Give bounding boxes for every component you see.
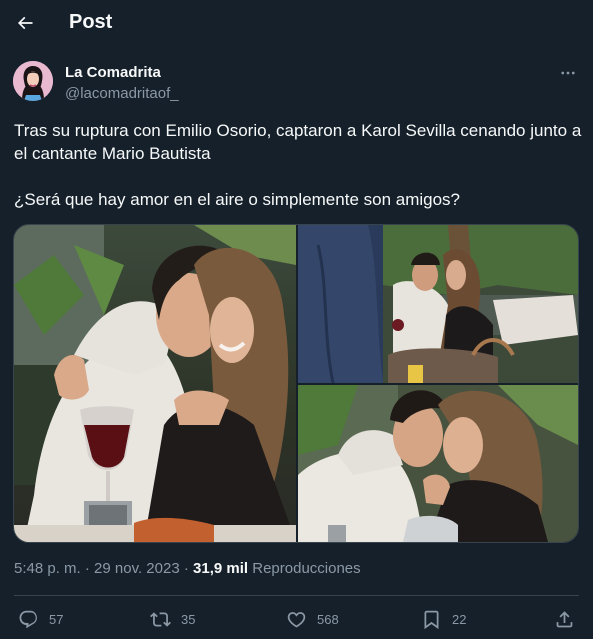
author-handle[interactable]: @lacomadritaof_ — [65, 85, 179, 102]
top-bar: Post — [0, 0, 593, 48]
media-grid — [13, 224, 579, 543]
retweet-button[interactable]: 35 — [150, 607, 195, 631]
photo-2[interactable] — [298, 225, 578, 383]
share-icon — [556, 610, 573, 627]
photo-1[interactable] — [14, 225, 296, 542]
meta-separator: · — [183, 560, 189, 577]
avatar[interactable] — [13, 61, 53, 101]
heart-icon — [287, 611, 306, 628]
tweet-text: Tras su ruptura con Emilio Osorio, capta… — [14, 119, 584, 211]
tweet-paragraph: Tras su ruptura con Emilio Osorio, capta… — [14, 121, 582, 163]
post-meta: 5:48 p. m. · 29 nov. 2023 · 31,9 mil Rep… — [14, 560, 361, 577]
more-options-button[interactable] — [557, 63, 579, 83]
reply-icon — [19, 610, 37, 628]
retweet-icon — [150, 611, 171, 627]
tweet-paragraph: ¿Será que hay amor en el aire o simpleme… — [14, 190, 461, 209]
author-row: La Comadrita @lacomadritaof_ — [13, 61, 583, 105]
bookmark-icon — [424, 610, 439, 629]
divider — [14, 595, 579, 596]
action-bar: 57 35 568 22 — [0, 603, 593, 635]
meta-separator: · — [84, 560, 90, 577]
retweet-count: 35 — [181, 611, 196, 627]
views-label: Reproducciones — [252, 560, 361, 577]
share-button[interactable] — [554, 607, 575, 631]
reply-button[interactable]: 57 — [18, 607, 63, 631]
arrow-left-icon — [17, 16, 33, 30]
author-name[interactable]: La Comadrita — [65, 64, 161, 81]
like-count: 568 — [317, 611, 339, 627]
post-time[interactable]: 5:48 p. m. — [14, 560, 81, 577]
views-count: 31,9 mil — [193, 560, 249, 577]
post-date[interactable]: 29 nov. 2023 — [94, 560, 180, 577]
photo-3[interactable] — [298, 385, 578, 542]
bookmark-count: 22 — [452, 611, 467, 627]
bookmark-button[interactable]: 22 — [421, 607, 466, 631]
more-horizontal-icon — [561, 71, 575, 75]
back-button[interactable] — [8, 6, 42, 40]
reply-count: 57 — [49, 611, 64, 627]
like-button[interactable]: 568 — [286, 607, 339, 631]
page-title: Post — [69, 11, 113, 33]
